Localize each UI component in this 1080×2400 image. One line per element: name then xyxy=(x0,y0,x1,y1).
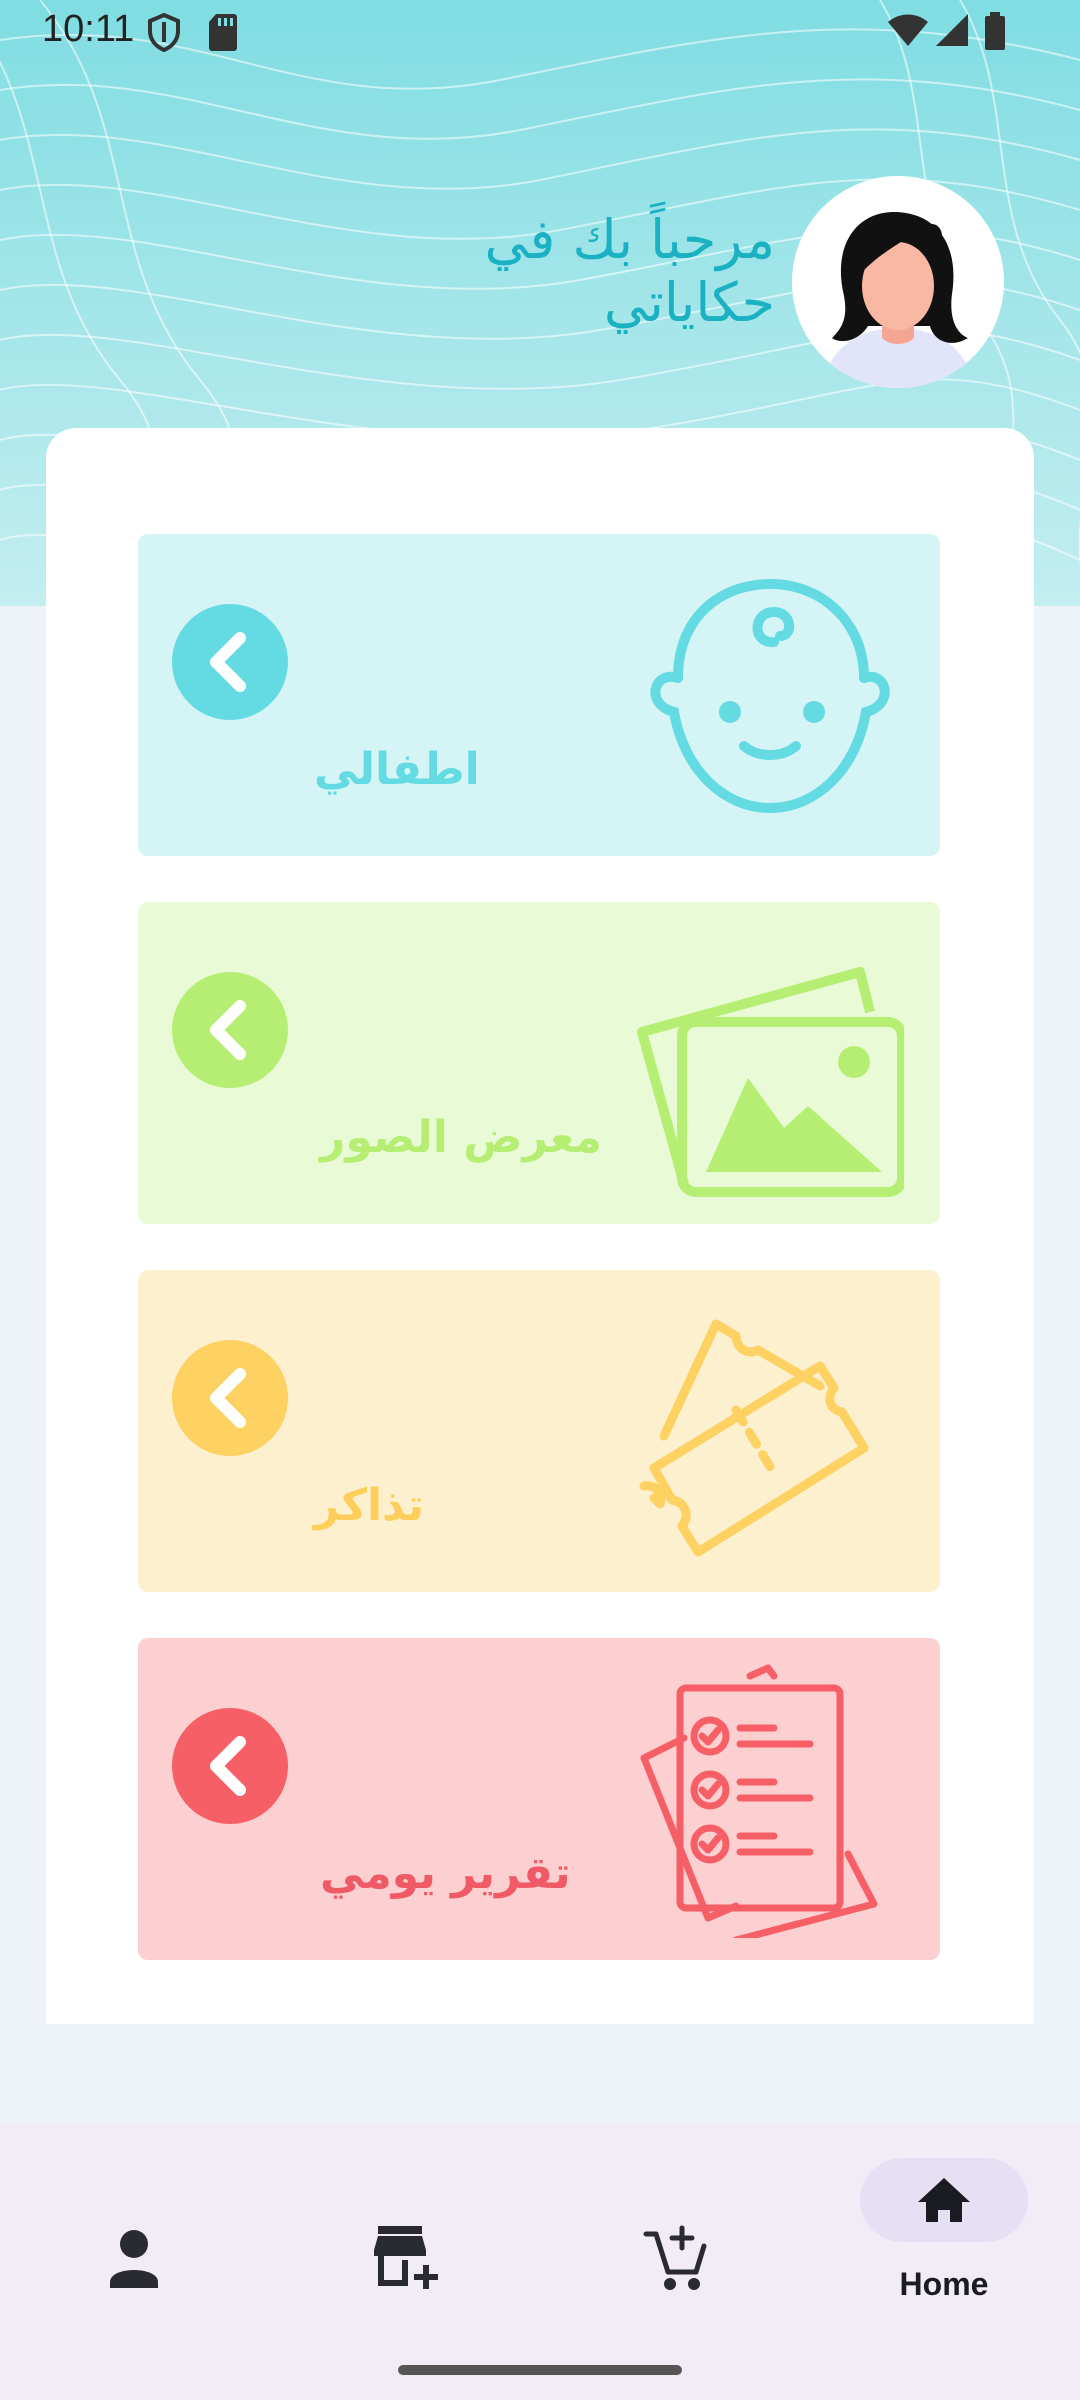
status-time: 10:11 xyxy=(42,8,135,50)
open-tickets-button[interactable] xyxy=(172,1340,288,1456)
person-icon xyxy=(110,2230,158,2288)
nav-profile[interactable] xyxy=(24,2164,244,2314)
add-cart-icon xyxy=(643,2225,707,2290)
card-my-children[interactable]: اطفالي xyxy=(138,534,940,856)
battery-icon xyxy=(984,12,1006,54)
daily-report-icon xyxy=(624,1658,904,1944)
chevron-left-icon xyxy=(210,1368,246,1428)
tickets-icon xyxy=(624,1290,904,1570)
chevron-left-icon xyxy=(210,1736,246,1796)
card-label-photo-gallery: معرض الصور xyxy=(320,1112,602,1163)
add-store-icon xyxy=(374,2226,438,2289)
nav-home-label[interactable]: Home xyxy=(860,2266,1028,2303)
wifi-icon xyxy=(886,12,930,52)
open-daily-report-button[interactable] xyxy=(172,1708,288,1824)
sd-card-icon xyxy=(208,12,238,56)
card-tickets[interactable]: تذاكر xyxy=(138,1270,940,1592)
baby-face-icon xyxy=(624,554,904,834)
woman-avatar-icon xyxy=(822,212,974,388)
bottom-navigation: Home xyxy=(0,2124,1080,2400)
status-bar: 10:11 xyxy=(0,0,1080,64)
open-children-button[interactable] xyxy=(172,604,288,720)
avatar[interactable] xyxy=(792,176,1004,388)
nav-add-cart[interactable] xyxy=(564,2164,784,2314)
card-photo-gallery[interactable]: معرض الصور xyxy=(138,902,940,1224)
chevron-left-icon xyxy=(210,1000,246,1060)
cellular-signal-icon xyxy=(934,12,970,52)
card-daily-report[interactable]: تقرير يومي xyxy=(138,1638,940,1960)
card-label-tickets: تذاكر xyxy=(314,1480,424,1531)
welcome-title: مرحباً بك في حكاياتي xyxy=(484,208,775,334)
card-label-my-children: اطفالي xyxy=(314,744,480,795)
photo-gallery-icon xyxy=(624,922,907,1202)
home-icon xyxy=(918,2178,970,2222)
nav-add-store[interactable] xyxy=(294,2164,514,2314)
chevron-left-icon xyxy=(210,632,246,692)
shield-icon xyxy=(146,12,182,56)
open-gallery-button[interactable] xyxy=(172,972,288,1088)
gesture-bar[interactable] xyxy=(398,2365,682,2375)
card-label-daily-report: تقرير يومي xyxy=(320,1848,571,1899)
nav-home-active-indicator[interactable] xyxy=(860,2158,1028,2242)
